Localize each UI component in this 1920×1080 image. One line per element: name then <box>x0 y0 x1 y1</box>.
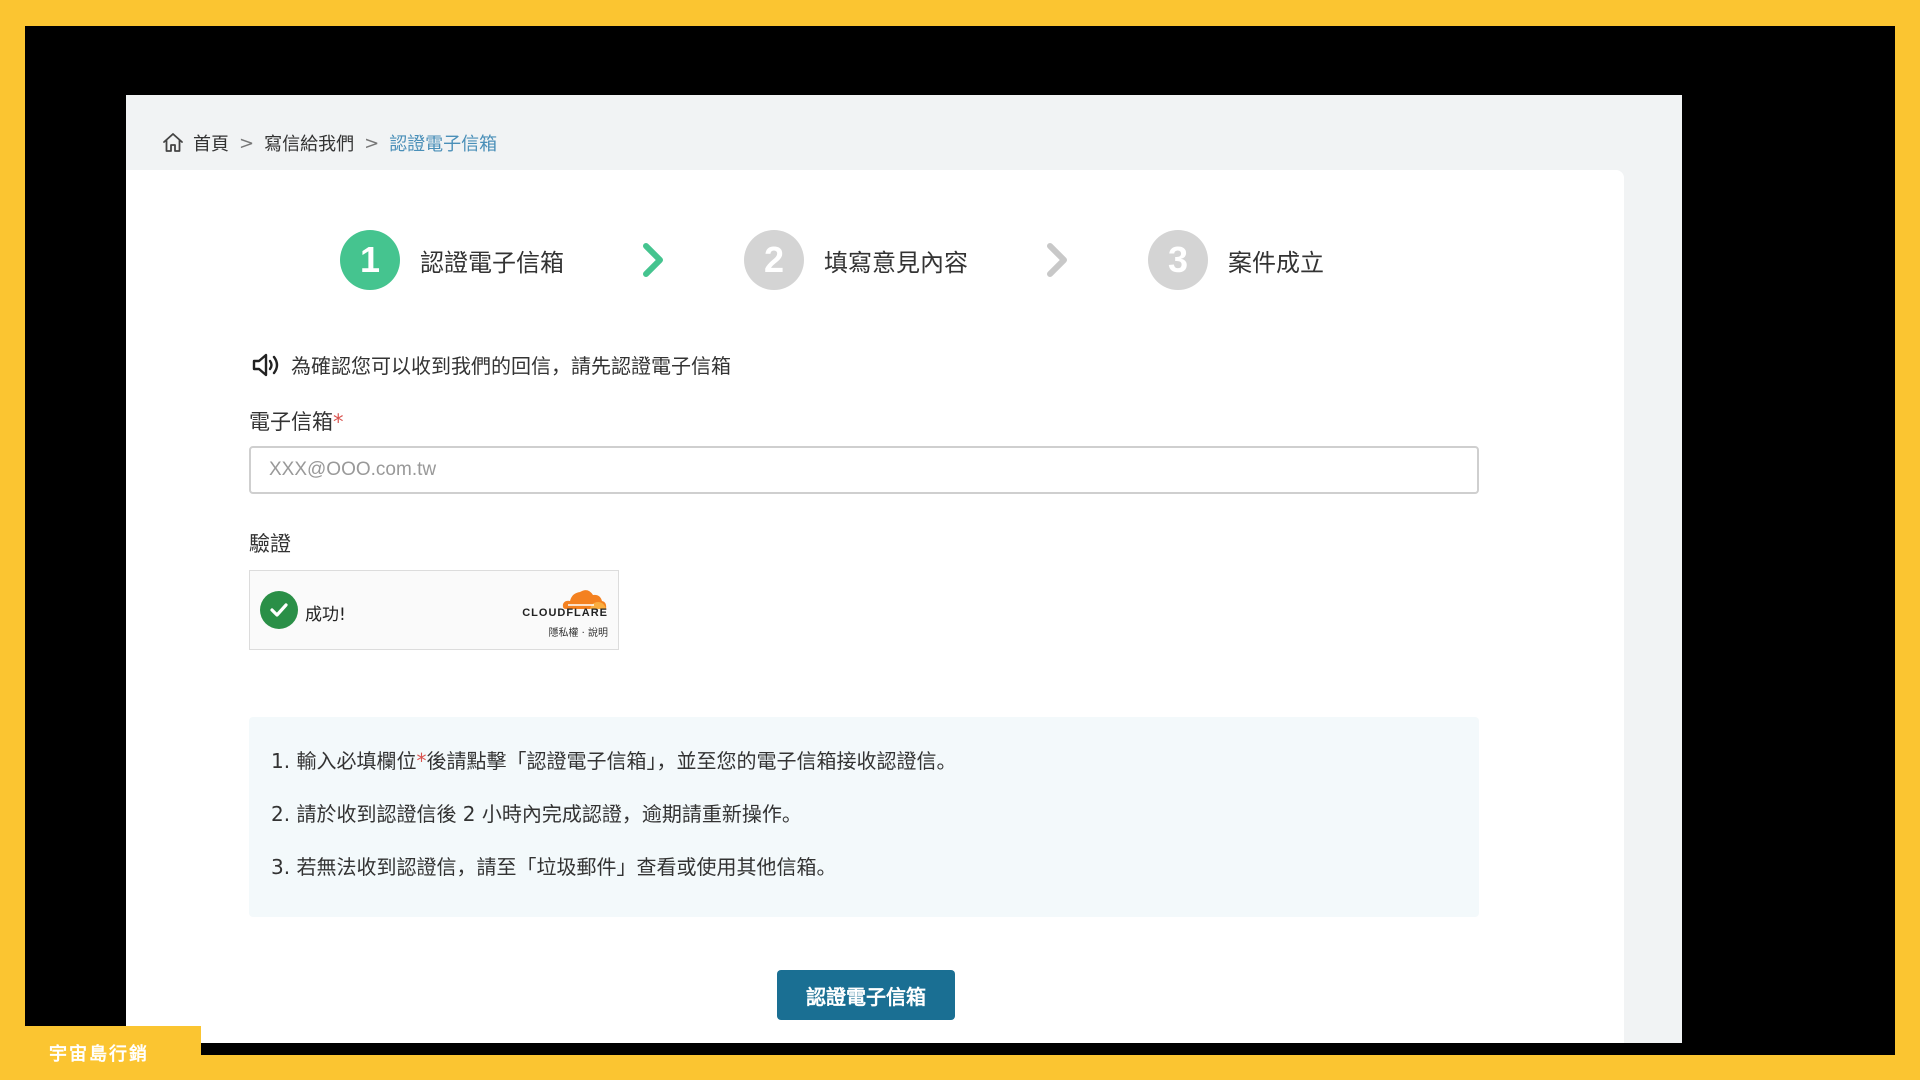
instruction-text: 請於收到認證信後 2 小時內完成認證，逾期請重新操作。 <box>296 802 802 826</box>
breadcrumb-separator: > <box>364 132 380 154</box>
watermark-text: 宇宙島行銷 <box>49 1044 149 1065</box>
step-1-number: 1 <box>340 230 400 290</box>
required-mark: * <box>416 749 427 773</box>
instruction-number: 3. <box>271 855 291 879</box>
captcha-widget[interactable]: 成功! CLOUDFLARE 隱私權 · 說明 <box>249 570 619 650</box>
verify-label: 驗證 <box>249 532 291 556</box>
form-card: 1 認證電子信箱 2 填寫意見內容 3 案件成立 為確認您可以收到我們的回信，請… <box>126 170 1624 1043</box>
breadcrumb-home[interactable]: 首頁 <box>193 130 229 156</box>
channel-watermark: 宇宙島行銷 <box>25 1026 201 1080</box>
home-icon[interactable] <box>161 131 185 155</box>
verify-email-button[interactable]: 認證電子信箱 <box>777 970 955 1020</box>
step-1-label: 認證電子信箱 <box>420 248 564 277</box>
instruction-item: 3. 若無法收到認證信，請至「垃圾郵件」查看或使用其他信箱。 <box>271 851 1479 904</box>
chevron-right-icon <box>1047 243 1067 277</box>
breadcrumb: 首頁 > 寫信給我們 > 認證電子信箱 <box>161 129 497 157</box>
email-label: 電子信箱* <box>249 406 344 436</box>
notice: 為確認您可以收到我們的回信，請先認證電子信箱 <box>251 350 731 379</box>
step-2-number: 2 <box>744 230 804 290</box>
speaker-icon <box>252 353 279 376</box>
instructions-list: 1. 輸入必填欄位*後請點擊「認證電子信箱」，並至您的電子信箱接收認證信。 2.… <box>249 717 1479 904</box>
checkmark-icon <box>270 603 288 617</box>
step-2-label: 填寫意見內容 <box>824 248 968 277</box>
breadcrumb-separator: > <box>239 132 255 154</box>
step-3-number: 3 <box>1148 230 1208 290</box>
browser-viewport: 首頁 > 寫信給我們 > 認證電子信箱 1 認證電子信箱 2 填寫意見內容 3 … <box>126 95 1682 1043</box>
required-mark: * <box>333 410 344 434</box>
step-2: 2 填寫意見內容 <box>744 230 968 290</box>
breadcrumb-current: 認證電子信箱 <box>389 134 498 155</box>
email-label-text: 電子信箱 <box>249 410 333 434</box>
check-circle-icon <box>260 591 298 629</box>
stepper: 1 認證電子信箱 2 填寫意見內容 3 案件成立 <box>340 229 1324 291</box>
step-3: 3 案件成立 <box>1148 230 1324 290</box>
email-input[interactable] <box>249 446 1479 494</box>
step-3-label: 案件成立 <box>1228 248 1324 277</box>
instruction-text: 後請點擊「認證電子信箱」，並至您的電子信箱接收認證信。 <box>426 749 957 773</box>
notice-text: 為確認您可以收到我們的回信，請先認證電子信箱 <box>291 354 731 378</box>
captcha-links[interactable]: 隱私權 · 說明 <box>548 624 608 639</box>
video-frame: 首頁 > 寫信給我們 > 認證電子信箱 1 認證電子信箱 2 填寫意見內容 3 … <box>25 26 1895 1055</box>
step-1: 1 認證電子信箱 <box>340 230 564 290</box>
captcha-status: 成功! <box>305 605 346 625</box>
cloudflare-brand: CLOUDFLARE <box>522 607 608 619</box>
breadcrumb-contact[interactable]: 寫信給我們 <box>264 130 354 156</box>
instruction-number: 1. <box>271 749 291 773</box>
instructions-box: 1. 輸入必填欄位*後請點擊「認證電子信箱」，並至您的電子信箱接收認證信。 2.… <box>249 717 1479 917</box>
instruction-text: 輸入必填欄位 <box>296 749 417 773</box>
instruction-item: 2. 請於收到認證信後 2 小時內完成認證，逾期請重新操作。 <box>271 798 1479 851</box>
instruction-item: 1. 輸入必填欄位*後請點擊「認證電子信箱」，並至您的電子信箱接收認證信。 <box>271 745 1479 798</box>
chevron-right-icon <box>643 243 663 277</box>
instruction-number: 2. <box>271 802 291 826</box>
instruction-text: 若無法收到認證信，請至「垃圾郵件」查看或使用其他信箱。 <box>296 855 837 879</box>
